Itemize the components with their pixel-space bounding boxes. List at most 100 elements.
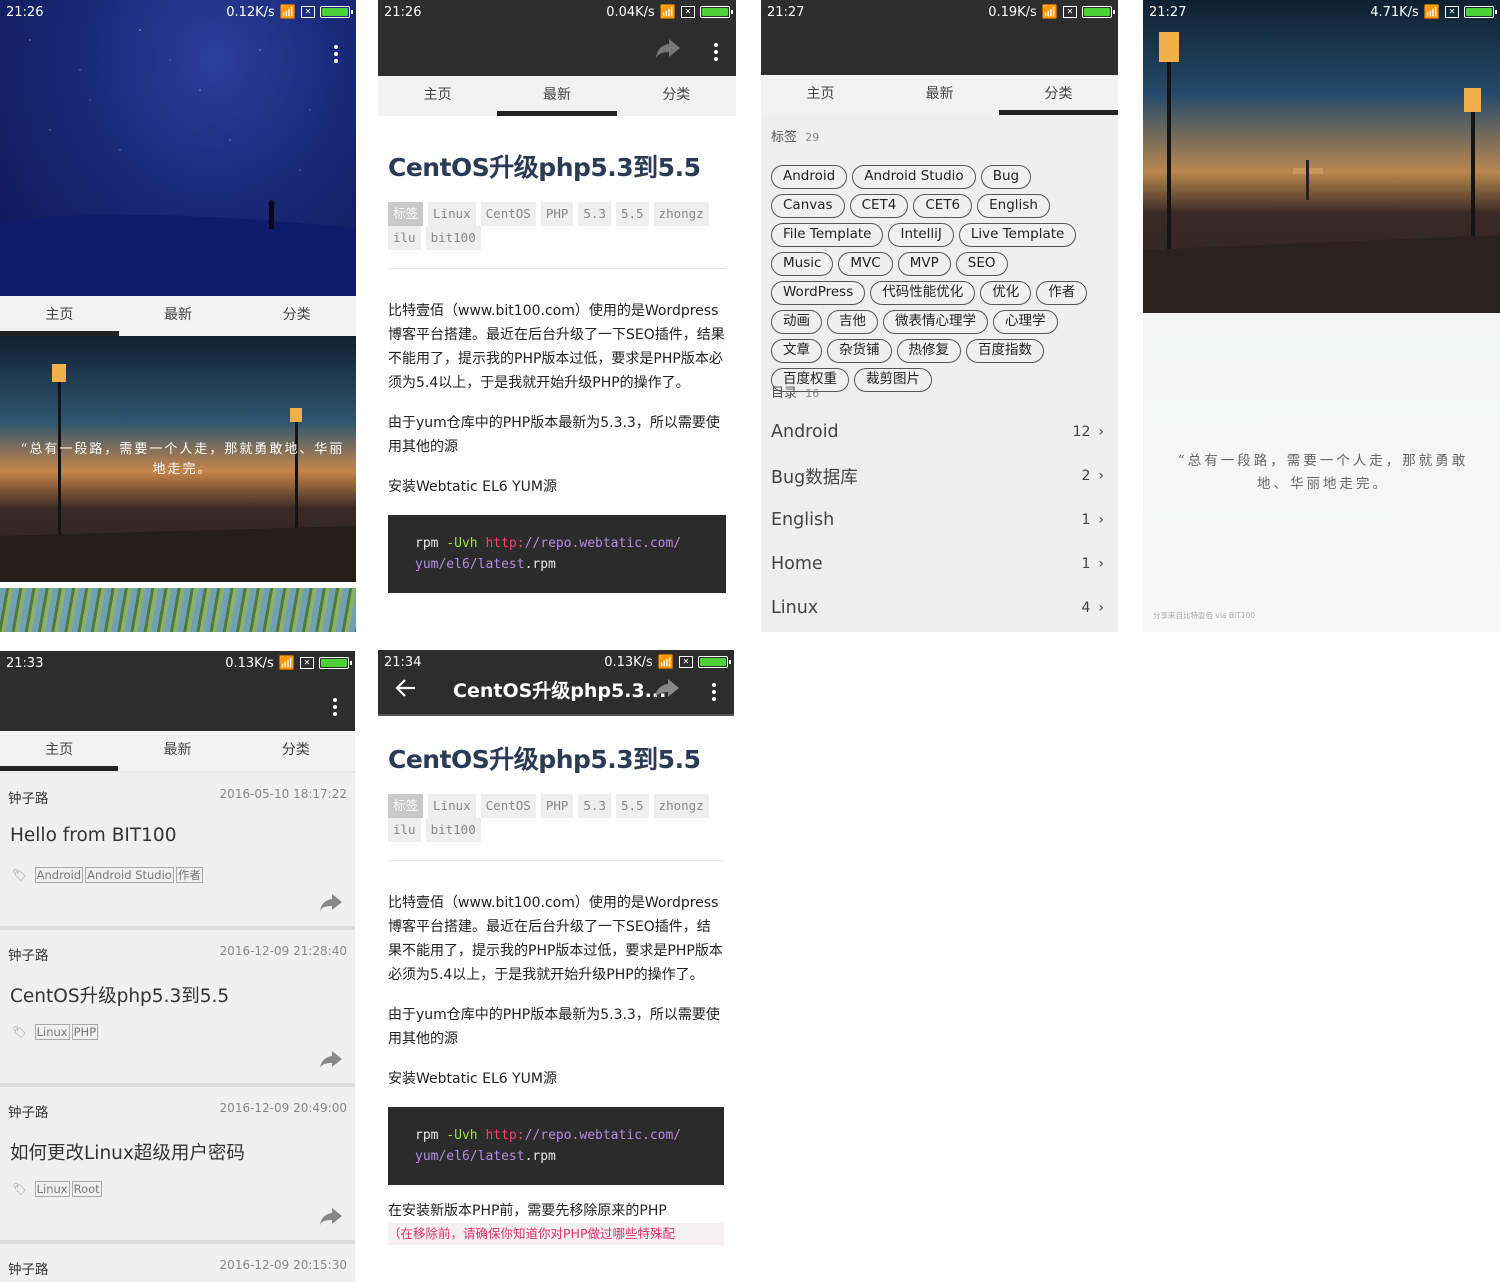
dir-row[interactable]: Linux 4 › <box>761 586 1118 630</box>
sim-icon: ✕ <box>1063 6 1077 18</box>
tag-chip[interactable]: Canvas <box>771 194 845 218</box>
tag-chip[interactable]: Android <box>771 165 848 189</box>
overflow-menu-icon[interactable] <box>714 40 718 64</box>
dir-row[interactable]: English 1 › <box>761 498 1118 542</box>
post-card[interactable]: 钟子路 2016-12-09 20:49:00 如何更改Linux超级用户密码 … <box>0 1087 355 1244</box>
tag-item[interactable]: ilu <box>388 818 421 842</box>
tag-chip[interactable]: 代码性能优化 <box>870 281 976 305</box>
tab-home[interactable]: 主页 <box>0 731 119 771</box>
share-image <box>1143 0 1500 313</box>
post-tag[interactable]: Android <box>34 867 84 883</box>
tag-chip[interactable]: Live Template <box>958 223 1077 247</box>
back-arrow-icon[interactable] <box>396 679 416 697</box>
post-date: 2016-12-09 20:49:00 <box>219 1101 347 1115</box>
status-bar: 21:26 0.04K/s 📶 ✕ <box>378 0 736 24</box>
overflow-menu-icon[interactable] <box>712 680 716 704</box>
tab-home[interactable]: 主页 <box>378 76 497 116</box>
share-footer: 分享来自比特壹佰 via BIT100 <box>1153 611 1256 620</box>
tag-chip[interactable]: 裁剪图片 <box>854 368 932 392</box>
tag-chip[interactable]: CET6 <box>913 194 973 218</box>
tag-chip[interactable]: 文章 <box>771 339 822 363</box>
share-icon[interactable] <box>655 37 681 59</box>
tag-chip[interactable]: 优化 <box>980 281 1032 305</box>
battery-icon <box>1082 6 1115 18</box>
tag-chip[interactable]: MVC <box>838 252 893 276</box>
tag-chip[interactable]: 吉他 <box>827 310 878 334</box>
tab-home[interactable]: 主页 <box>0 296 119 336</box>
tab-latest[interactable]: 最新 <box>119 296 238 336</box>
post-card[interactable]: 钟子路 2016-12-09 20:15:30 <box>0 1244 355 1282</box>
tag-chip[interactable]: MVP <box>897 252 951 276</box>
tags-label: 标签 <box>771 130 798 145</box>
tab-latest[interactable]: 最新 <box>497 76 617 116</box>
tag-chip[interactable]: SEO <box>955 252 1008 276</box>
post-tag[interactable]: Linux <box>34 1024 70 1040</box>
post-tag[interactable]: 作者 <box>175 867 203 883</box>
tag-chip[interactable]: Android Studio <box>852 165 976 189</box>
tag-chip[interactable]: Bug <box>980 165 1032 189</box>
tag-item[interactable]: Linux <box>428 202 476 226</box>
quote-card-image[interactable]: “总有一段路，需要一个人走，那就勇敢地、华丽地走完。 <box>0 336 356 582</box>
tab-home[interactable]: 主页 <box>761 75 880 115</box>
overflow-menu-icon[interactable] <box>333 695 337 719</box>
status-bar: 21:33 0.13K/s 📶 ✕ <box>0 651 355 675</box>
tag-icon: 🏷 <box>12 1182 27 1196</box>
tag-chip[interactable]: CET4 <box>849 194 909 218</box>
screen-latest-article: 21:26 0.04K/s 📶 ✕ 主页 最新 分类 CentOS升级php5.3到… <box>378 0 736 632</box>
tag-item[interactable]: bit100 <box>425 818 481 842</box>
overflow-menu-icon[interactable] <box>334 42 338 66</box>
dir-row[interactable]: Android 12 › <box>761 410 1118 454</box>
share-icon[interactable] <box>654 677 680 699</box>
tag-item[interactable]: zhongz <box>653 794 709 818</box>
tag-chip[interactable]: 微表情心理学 <box>883 310 988 334</box>
tag-chip[interactable]: IntelliJ <box>888 223 954 247</box>
wifi-icon: 📶 <box>659 4 676 20</box>
post-card[interactable]: 钟子路 2016-12-09 21:28:40 CentOS升级php5.3到5… <box>0 930 355 1087</box>
screen-article-detail: 21:34 0.13K/s 📶 ✕ CentOS升级php5.3... CentOS… <box>378 650 734 1282</box>
tag-item[interactable]: CentOS <box>480 202 536 226</box>
tag-chip[interactable]: 心理学 <box>993 310 1058 334</box>
tab-category[interactable]: 分类 <box>237 731 355 771</box>
tag-item[interactable]: 5.5 <box>615 794 649 818</box>
battery-icon <box>319 657 352 669</box>
dir-row[interactable]: Bug数据库 2 › <box>761 454 1118 498</box>
post-tag[interactable]: PHP <box>71 1024 99 1040</box>
tag-item[interactable]: zhongz <box>653 202 709 226</box>
tag-chip[interactable]: 作者 <box>1036 281 1088 305</box>
share-icon[interactable] <box>319 892 343 912</box>
post-tag[interactable]: Linux <box>34 1181 70 1197</box>
tag-item[interactable]: Linux <box>428 794 476 818</box>
tag-item[interactable]: PHP <box>540 794 574 818</box>
post-tag[interactable]: Android Studio <box>85 867 174 883</box>
wifi-icon: 📶 <box>279 4 296 20</box>
card-image-grass[interactable] <box>0 588 356 632</box>
tab-latest[interactable]: 最新 <box>880 75 999 115</box>
post-card[interactable]: 钟子路 2016-05-10 18:17:22 Hello from BIT10… <box>0 773 355 930</box>
tag-chip[interactable]: 热修复 <box>896 339 961 363</box>
tag-chip[interactable]: 百度指数 <box>966 339 1044 363</box>
tab-category[interactable]: 分类 <box>237 296 356 336</box>
tag-item[interactable]: 5.3 <box>578 794 611 818</box>
screen-share-card: 21:27 4.71K/s 📶 ✕ “总有一段路，需要一个人走，那就勇敢地、华丽地走… <box>1143 0 1500 632</box>
tag-chip[interactable]: 动画 <box>771 310 822 334</box>
tag-chip[interactable]: 杂货铺 <box>827 339 892 363</box>
tag-item[interactable]: PHP <box>540 202 574 226</box>
post-tag[interactable]: Root <box>71 1181 102 1197</box>
tag-item[interactable]: ilu <box>388 226 421 250</box>
tag-item[interactable]: CentOS <box>480 794 536 818</box>
network-speed: 4.71K/s <box>1370 4 1419 20</box>
tag-chip[interactable]: File Template <box>771 223 884 247</box>
tag-chip[interactable]: Music <box>771 252 834 276</box>
tag-chip[interactable]: English <box>977 194 1050 218</box>
tab-latest[interactable]: 最新 <box>118 731 236 771</box>
tag-item[interactable]: 5.3 <box>578 202 611 226</box>
tab-category[interactable]: 分类 <box>999 75 1118 115</box>
dirs-label: 目录 <box>771 386 798 401</box>
tab-category[interactable]: 分类 <box>617 76 736 116</box>
share-icon[interactable] <box>319 1206 343 1226</box>
dir-row[interactable]: Home 1 › <box>761 542 1118 586</box>
share-icon[interactable] <box>319 1049 343 1069</box>
tag-item[interactable]: 5.5 <box>615 202 649 226</box>
tag-chip[interactable]: WordPress <box>771 281 866 305</box>
tag-item[interactable]: bit100 <box>425 226 481 250</box>
